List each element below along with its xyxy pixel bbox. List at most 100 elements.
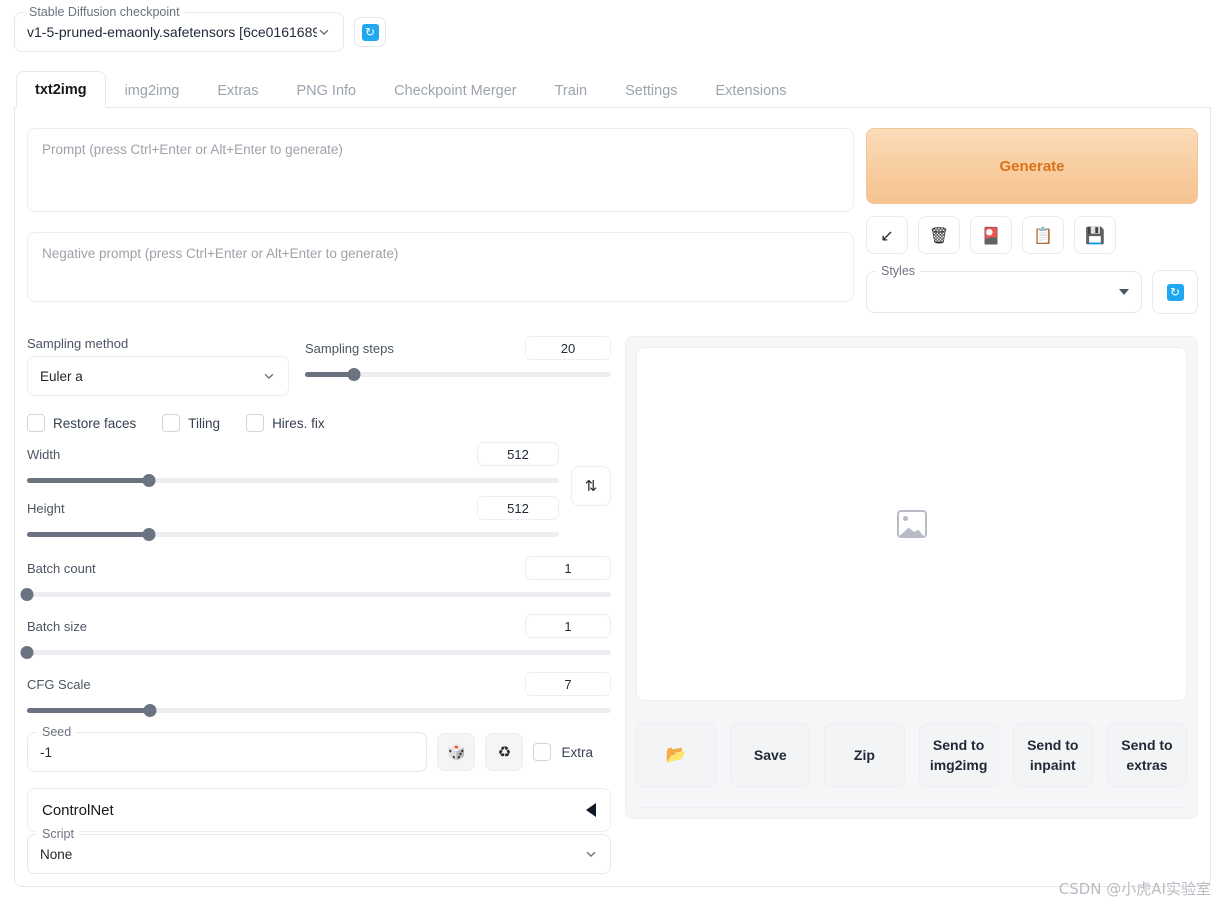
seed-label: Seed	[37, 724, 77, 740]
slider-thumb[interactable]	[20, 588, 34, 601]
tiling-label: Tiling	[188, 415, 221, 431]
height-group: Height 512	[27, 496, 559, 542]
clear-prompt-trash-icon[interactable]: 🗑	[918, 216, 960, 254]
width-slider[interactable]	[27, 472, 559, 488]
settings-column: Sampling method Euler a Sampling steps 2…	[20, 336, 611, 874]
tab-extras[interactable]: Extras	[198, 72, 277, 108]
checkpoint-value: v1-5-pruned-emaonly.safetensors [6ce0161…	[27, 24, 317, 40]
send-to-img2img-button[interactable]: Send to img2img	[918, 723, 999, 787]
sampler-row: Sampling method Euler a Sampling steps 2…	[27, 336, 611, 396]
watermark: CSDN @小虎AI实验室	[1058, 880, 1211, 898]
tab-png-info[interactable]: PNG Info	[277, 72, 375, 108]
slider-fill	[27, 478, 150, 483]
refresh-icon: ↻	[361, 23, 379, 41]
read-generation-params-icon[interactable]: ↙	[866, 216, 908, 254]
chevron-down-icon	[319, 29, 329, 35]
slider-fill	[27, 708, 150, 713]
height-label: Height	[27, 500, 65, 516]
prompt-column: Prompt (press Ctrl+Enter or Alt+Enter to…	[27, 118, 854, 302]
tab-txt2img[interactable]: txt2img	[16, 71, 106, 108]
seed-value: -1	[40, 744, 53, 760]
refresh-checkpoints-button[interactable]: ↻	[354, 17, 386, 47]
main-tabs: txt2img img2img Extras PNG Info Checkpoi…	[14, 70, 1211, 108]
zip-button[interactable]: Zip	[824, 723, 905, 787]
tab-img2img[interactable]: img2img	[106, 72, 199, 108]
checkpoint-select[interactable]: Stable Diffusion checkpoint v1-5-pruned-…	[14, 4, 344, 52]
sampling-method-label: Sampling method	[27, 336, 129, 351]
prompt-tool-row: ↙ 🗑 🎴 📋 💾	[866, 216, 1198, 254]
chevron-down-icon	[1119, 289, 1129, 295]
swap-width-height-button[interactable]: ⇅	[571, 466, 611, 506]
chevron-left-icon	[586, 803, 596, 817]
reuse-seed-recycle-icon[interactable]: ♻	[485, 733, 524, 771]
height-value[interactable]: 512	[477, 496, 559, 520]
batch-size-group: Batch size 1	[20, 614, 611, 660]
batch-count-slider[interactable]	[20, 586, 611, 602]
output-buttons-row: 📂 Save Zip Send to img2img Send to inpai…	[636, 723, 1188, 787]
restore-faces-checkbox[interactable]	[27, 414, 45, 432]
sampling-steps-label: Sampling steps	[305, 340, 394, 356]
width-label: Width	[27, 446, 61, 462]
cfg-scale-label: CFG Scale	[27, 676, 91, 692]
output-divider	[636, 807, 1187, 808]
restore-faces-label: Restore faces	[53, 415, 137, 431]
apply-style-clipboard-icon[interactable]: 📋	[1022, 216, 1064, 254]
script-select[interactable]: Script None	[27, 826, 611, 874]
generate-button[interactable]: Generate	[866, 128, 1198, 204]
batch-size-value[interactable]: 1	[525, 614, 611, 638]
show-extra-networks-card-icon[interactable]: 🎴	[970, 216, 1012, 254]
seed-row: Seed -1 🎲 ♻ Extra	[27, 724, 611, 772]
prompt-input[interactable]: Prompt (press Ctrl+Enter or Alt+Enter to…	[27, 128, 854, 212]
tab-extensions[interactable]: Extensions	[697, 72, 806, 108]
height-slider[interactable]	[27, 526, 559, 542]
hires-fix-checkbox[interactable]	[246, 414, 265, 432]
seed-input[interactable]: Seed -1	[27, 724, 428, 772]
batch-count-value[interactable]: 1	[525, 556, 611, 580]
refresh-icon: ↻	[1166, 283, 1184, 301]
negative-prompt-input[interactable]: Negative prompt (press Ctrl+Enter or Alt…	[27, 232, 854, 302]
generate-column: Generate ↙ 🗑 🎴 📋 💾 Styles ↻	[866, 118, 1198, 314]
output-column: 📂 Save Zip Send to img2img Send to inpai…	[625, 336, 1198, 874]
tab-train[interactable]: Train	[536, 72, 607, 108]
tiling-checkbox[interactable]	[162, 414, 181, 432]
refresh-styles-button[interactable]: ↻	[1152, 270, 1198, 314]
controlnet-accordion[interactable]: ControlNet	[27, 788, 611, 832]
dimension-sliders: Width 512 Height 512	[27, 442, 559, 544]
chevron-down-icon	[586, 851, 596, 857]
width-value[interactable]: 512	[477, 442, 559, 466]
batch-size-label: Batch size	[27, 618, 87, 634]
toggles-row: Restore faces Tiling Hires. fix	[27, 414, 611, 432]
save-button[interactable]: Save	[730, 723, 811, 787]
batch-count-group: Batch count 1	[20, 556, 611, 602]
sampling-steps-value[interactable]: 20	[525, 336, 611, 360]
image-placeholder-icon	[896, 510, 927, 538]
dimensions-block: Width 512 Height 512 ⇅	[27, 442, 611, 544]
slider-thumb[interactable]	[142, 474, 156, 487]
send-to-inpaint-button[interactable]: Send to inpaint	[1012, 723, 1093, 787]
chevron-down-icon	[264, 373, 274, 379]
send-to-extras-button[interactable]: Send to extras	[1106, 723, 1188, 787]
slider-thumb[interactable]	[347, 368, 361, 381]
open-folder-button[interactable]: 📂	[636, 723, 717, 787]
tab-settings[interactable]: Settings	[606, 72, 696, 108]
extra-seed-checkbox[interactable]	[533, 743, 552, 761]
script-label: Script	[37, 826, 79, 842]
save-style-floppy-icon[interactable]: 💾	[1074, 216, 1116, 254]
sampling-method-select[interactable]: Euler a	[27, 356, 289, 396]
cfg-scale-slider[interactable]	[27, 702, 611, 718]
styles-label: Styles	[876, 263, 921, 279]
batch-size-slider[interactable]	[20, 644, 611, 660]
slider-thumb[interactable]	[143, 704, 157, 717]
controlnet-title: ControlNet	[42, 801, 114, 819]
sampling-steps-slider[interactable]	[305, 366, 611, 382]
slider-thumb[interactable]	[142, 528, 156, 541]
width-group: Width 512	[27, 442, 559, 488]
tab-checkpoint-merger[interactable]: Checkpoint Merger	[375, 72, 536, 108]
settings-and-output: Sampling method Euler a Sampling steps 2…	[20, 336, 1198, 874]
random-seed-dice-icon[interactable]: 🎲	[437, 733, 476, 771]
cfg-scale-value[interactable]: 7	[525, 672, 611, 696]
slider-thumb[interactable]	[20, 646, 34, 659]
prompt-section: Prompt (press Ctrl+Enter or Alt+Enter to…	[27, 118, 1198, 314]
output-gallery[interactable]	[636, 347, 1187, 701]
styles-select[interactable]: Styles	[866, 263, 1142, 313]
